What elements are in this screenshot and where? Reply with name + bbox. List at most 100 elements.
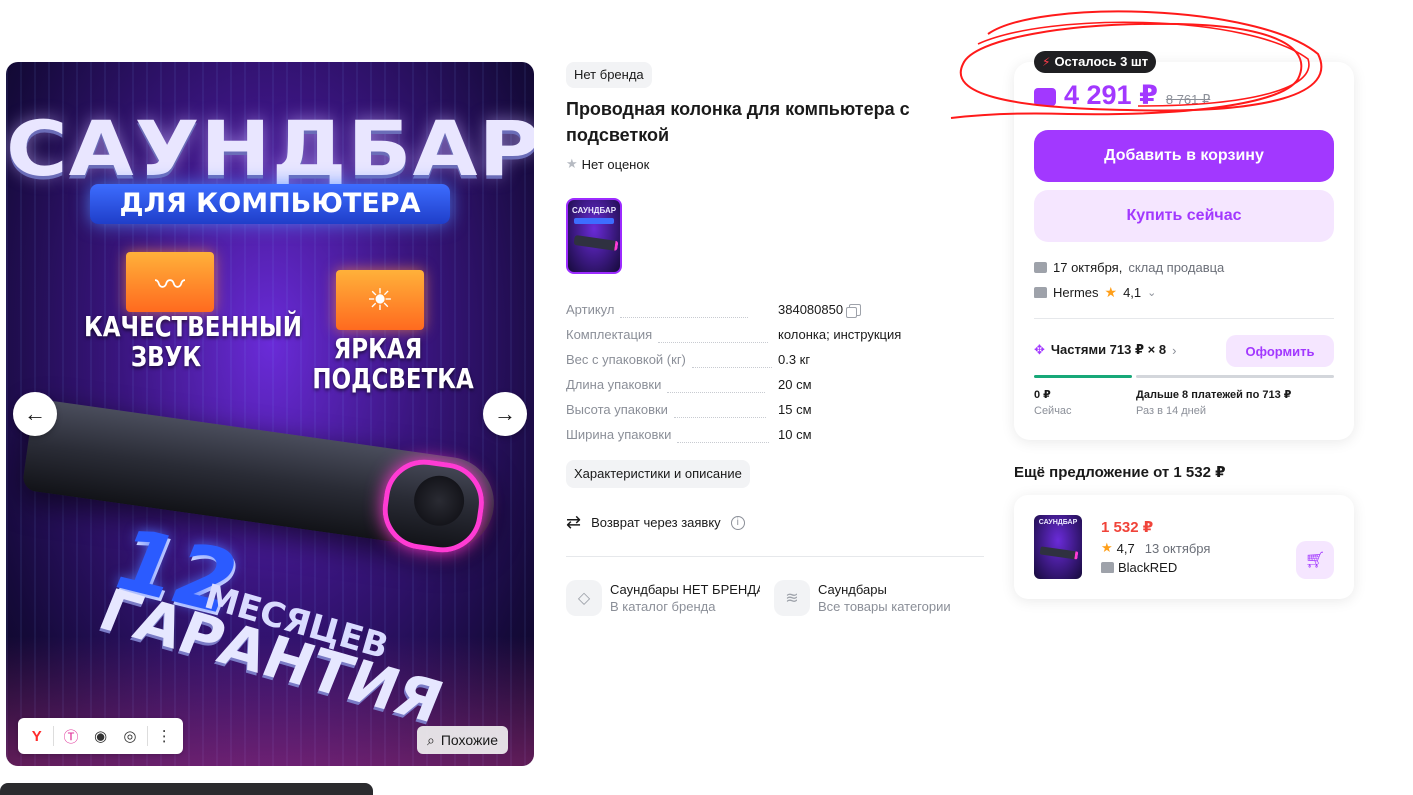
image-toolbar: Y Ⓣ ◉ ◎ ⋮	[18, 718, 183, 754]
seller-name: Hermes	[1053, 285, 1099, 300]
cart-icon: 🛒︎	[1304, 552, 1326, 569]
offer-rating: 4,7	[1116, 540, 1135, 556]
offer-image[interactable]: САУНДБАР	[1034, 515, 1082, 579]
pay-now-amount: 0 ₽	[1034, 389, 1051, 401]
divider	[566, 556, 984, 557]
layers-icon: ≋	[774, 580, 810, 616]
details-chip[interactable]: Характеристики и описание	[566, 460, 750, 488]
offer-image-label: САУНДБАР	[1038, 519, 1078, 526]
yandex-icon[interactable]: Y	[24, 722, 49, 750]
price-row: 4 291 ₽ 8 761 ₽	[1034, 80, 1210, 111]
bottom-overlay-bar	[0, 783, 373, 795]
toolbar-divider	[53, 726, 55, 746]
spec-row: Высота упаковки 15 см	[566, 402, 986, 427]
star-icon: ★	[1104, 284, 1118, 300]
spec-name: Артикул	[566, 302, 615, 317]
stock-text: Осталось 3 шт	[1054, 54, 1149, 69]
spec-name: Вес с упаковкой (кг)	[566, 352, 686, 367]
spec-value: 384080850	[778, 302, 862, 318]
image-feature-sound: КАЧЕСТВЕННЫЙ ЗВУК	[84, 310, 302, 373]
link-title: Саундбары НЕТ БРЕНДА	[610, 582, 760, 597]
specs-list: Артикул 384080850 Комплектация колонка; …	[566, 302, 986, 452]
prev-image-button[interactable]: ←	[13, 392, 57, 436]
payment-progress-now	[1034, 375, 1132, 378]
arrow-left-icon: ←	[24, 401, 46, 426]
next-image-button[interactable]: →	[483, 392, 527, 436]
link-subtitle: В каталог бренда	[610, 599, 716, 614]
wallet-icon	[1034, 88, 1056, 106]
spec-value: колонка; инструкция	[778, 327, 902, 342]
article-value[interactable]: 384080850	[778, 302, 843, 317]
seller-rating: 4,1	[1123, 285, 1142, 300]
image-thumbnail[interactable]: САУНДБАР	[566, 198, 622, 274]
spec-row: Комплектация колонка; инструкция	[566, 327, 986, 352]
more-icon[interactable]: ⋮	[152, 722, 177, 750]
spec-row: Длина упаковки 20 см	[566, 377, 986, 402]
spec-row: Ширина упаковки 10 см	[566, 427, 986, 452]
brand-chip[interactable]: Нет бренда	[566, 62, 652, 88]
spec-name: Высота упаковки	[566, 402, 668, 417]
old-price: 8 761 ₽	[1165, 92, 1211, 107]
spec-dots	[667, 392, 766, 393]
apply-installments-button[interactable]: Оформить	[1226, 335, 1334, 367]
offer-seller: BlackRED	[1118, 560, 1178, 575]
offer-seller-row[interactable]: BlackRED	[1101, 560, 1177, 575]
offer-rating-row: ★ 4,7 13 октября	[1101, 540, 1210, 556]
spec-name: Ширина упаковки	[566, 427, 672, 442]
installments-icon: ✥	[1034, 342, 1045, 357]
spec-value: 10 см	[778, 427, 812, 442]
similar-label: Похожие	[440, 732, 498, 748]
return-arrows-icon: ⇄	[566, 512, 582, 532]
spec-name: Комплектация	[566, 327, 653, 342]
stock-badge: ⚡ Осталось 3 шт	[1034, 51, 1157, 73]
chevron-down-icon: ⌄	[1147, 287, 1157, 299]
buy-card	[1014, 62, 1354, 440]
similar-button[interactable]: ⌕ Похожие	[417, 726, 508, 754]
spec-dots	[620, 317, 749, 318]
offer-add-to-cart-button[interactable]: 🛒︎	[1296, 541, 1334, 579]
toolbar-divider	[146, 726, 148, 746]
arrow-right-icon: →	[494, 401, 516, 426]
tag-icon: ◇	[566, 580, 602, 616]
copy-icon[interactable]	[846, 303, 862, 318]
spec-dots	[691, 367, 772, 368]
spec-value: 20 см	[778, 377, 812, 392]
spec-name: Длина упаковки	[566, 377, 662, 392]
spec-row: Вес с упаковкой (кг) 0.3 кг	[566, 352, 986, 377]
image-headline: САУНДБАР	[6, 104, 534, 194]
image-ribbon: ДЛЯ КОМПЬЮТЕРА	[90, 184, 450, 224]
buy-now-button[interactable]: Купить сейчас	[1034, 190, 1334, 242]
rating-text: Нет оценок	[581, 156, 650, 172]
link-text: Саундбары НЕТ БРЕНДА В каталог бренда	[610, 582, 760, 614]
installments-link[interactable]: ✥ Частями 713 ₽ × 8 ›	[1034, 342, 1176, 358]
info-icon[interactable]: i	[730, 515, 745, 530]
delivery-row: 17 октября, склад продавца	[1034, 260, 1224, 275]
rating-row[interactable]: ★ Нет оценок	[566, 156, 649, 172]
star-icon: ★	[566, 156, 578, 171]
link-title: Саундбары	[818, 582, 887, 597]
shop-icon	[1101, 562, 1114, 573]
category-link[interactable]: ≋ Саундбары Все товары категории	[774, 580, 951, 616]
camera-search-icon[interactable]: ◎	[117, 722, 142, 750]
thumbnail-label: САУНДБАР	[572, 206, 617, 215]
payment-progress-later	[1136, 375, 1334, 378]
sound-wave-icon: 〰	[126, 252, 214, 312]
return-row: ⇄ Возврат через заявку i	[566, 512, 745, 533]
add-to-cart-button[interactable]: Добавить в корзину	[1034, 130, 1334, 182]
thumbnail-speaker	[573, 234, 619, 252]
pay-now: 0 ₽ Сейчас	[1034, 388, 1072, 417]
current-price: 4 291 ₽	[1064, 80, 1158, 110]
eye-icon[interactable]: ◉	[88, 722, 113, 750]
pay-later-amount: Дальше 8 платежей по 713 ₽	[1136, 389, 1292, 401]
seller-row[interactable]: Hermes ★ 4,1 ⌄	[1034, 284, 1156, 301]
spec-dots	[673, 417, 766, 418]
box-icon	[1034, 262, 1047, 273]
lightning-icon: ⚡	[1042, 55, 1051, 69]
link-text: Саундбары Все товары категории	[818, 582, 951, 614]
divider	[1034, 318, 1334, 319]
translate-icon[interactable]: Ⓣ	[58, 722, 83, 750]
other-offer-heading[interactable]: Ещё предложение от 1 532 ₽	[1014, 463, 1226, 481]
product-image[interactable]: САУНДБАР ДЛЯ КОМПЬЮТЕРА 〰 ☀ КАЧЕСТВЕННЫЙ…	[6, 62, 534, 766]
brand-catalog-link[interactable]: ◇ Саундбары НЕТ БРЕНДА В каталог бренда	[566, 580, 760, 616]
delivery-date: 17 октября,	[1053, 260, 1123, 275]
